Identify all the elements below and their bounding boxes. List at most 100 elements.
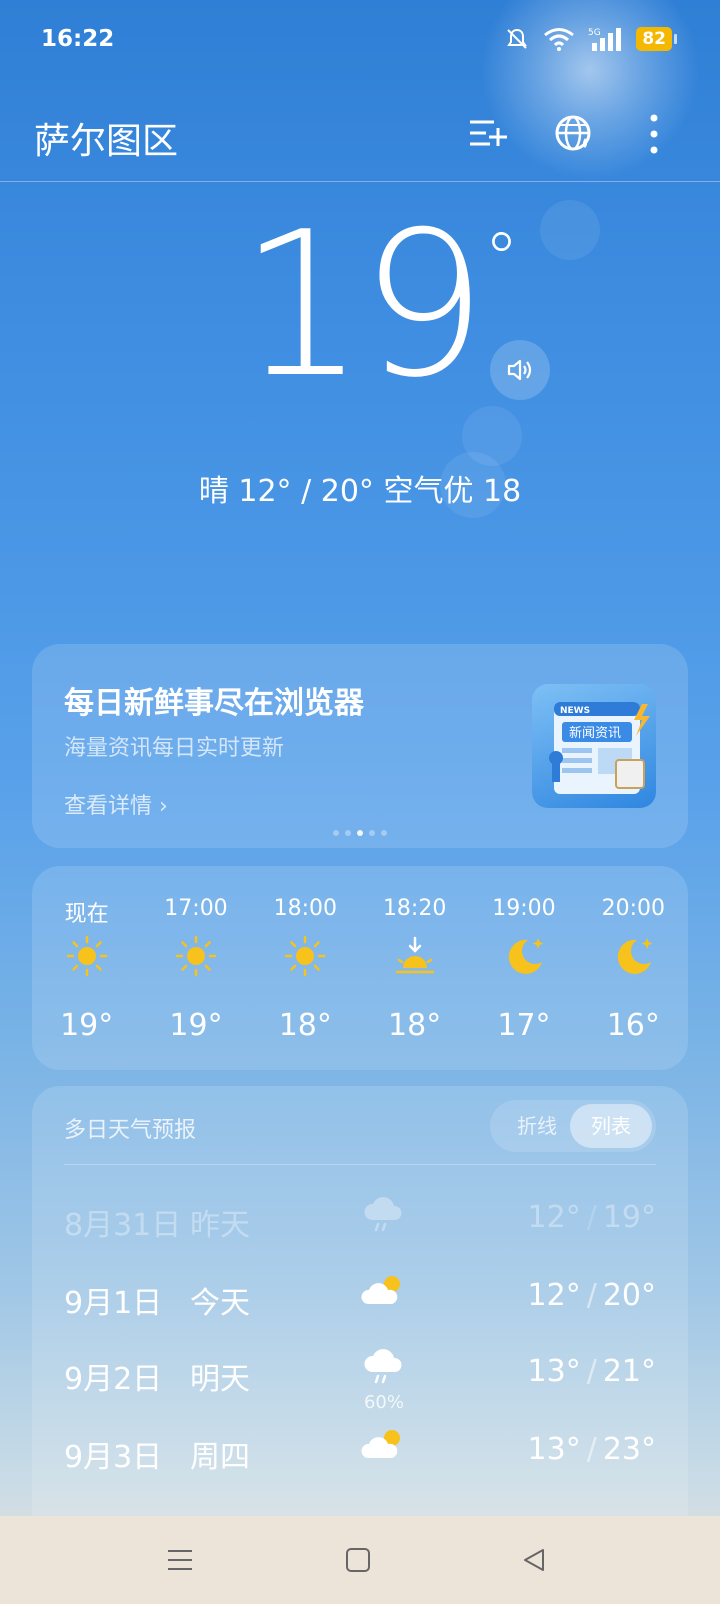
more-menu-button[interactable] (630, 110, 678, 158)
sunset-icon (395, 936, 434, 974)
carousel-dot (345, 830, 351, 836)
day-name: 明天 (190, 1362, 250, 1397)
day-temp-range: 12°/20° (528, 1278, 656, 1313)
news-thumbnail: NEWS 新闻资讯 (532, 684, 656, 808)
view-toggle: 折线 列表 (490, 1100, 656, 1152)
more-vertical-icon (650, 114, 658, 154)
promo-title: 每日新鲜事尽在浏览器 (64, 686, 364, 721)
menu-icon (168, 1550, 192, 1570)
network-type: 5G (588, 28, 601, 38)
sun-icon (175, 935, 217, 977)
home-square-icon (346, 1548, 370, 1572)
partly-cloudy-icon (361, 1430, 400, 1458)
daily-forecast-card: 多日天气预报 折线 列表 8月31日 昨天 12°/19° 9月1日 今天 12… (32, 1086, 688, 1556)
signal-icon: 5G (588, 28, 622, 51)
promo-subtitle: 海量资讯每日实时更新 (64, 736, 285, 761)
current-temperature: 19 (238, 189, 488, 422)
toggle-line-option[interactable]: 折线 (496, 1100, 578, 1152)
range-separator: / (586, 1354, 597, 1389)
daily-forecast-title: 多日天气预报 (64, 1118, 197, 1143)
day-row[interactable]: 9月1日 今天 12°/20° (64, 1268, 656, 1328)
day-temp-range: 13°/23° (528, 1432, 656, 1467)
carousel-dot (381, 830, 387, 836)
precip-chance: 60% (363, 1392, 404, 1413)
day-date: 9月1日 (64, 1286, 163, 1321)
partly-cloudy-icon (361, 1276, 400, 1304)
day-low: 13° (527, 1354, 581, 1389)
day-row[interactable]: 9月3日 周四 13°/23° (64, 1422, 656, 1482)
sun-icon (66, 935, 107, 977)
weather-summary: 晴 12° / 20° 空气优 18 (198, 474, 522, 509)
range-separator: / (586, 1278, 597, 1313)
recents-button[interactable] (160, 1540, 200, 1580)
speaker-icon (507, 359, 532, 381)
hour-time: 17:00 (164, 896, 228, 921)
day-high: 23° (602, 1432, 656, 1467)
toggle-list-option[interactable]: 列表 (570, 1104, 652, 1148)
status-bar: 16:22 5G 82 (0, 0, 720, 80)
add-list-icon (470, 120, 507, 146)
day-low: 13° (527, 1432, 581, 1467)
hour-temp: 19° (169, 1008, 223, 1043)
carousel-dot (333, 830, 339, 836)
day-date: 9月3日 (64, 1440, 163, 1475)
day-date: 9月2日 (64, 1362, 163, 1397)
promo-details-link[interactable]: 查看详情 › (64, 788, 168, 820)
carousel-dot-active (357, 830, 363, 836)
status-icons: 5G 82 (504, 26, 677, 52)
hour-time: 18:00 (273, 896, 338, 921)
thumb-title: 新闻资讯 (569, 725, 621, 741)
wifi-icon (544, 28, 575, 51)
newspaper-illustration: NEWS 新闻资讯 (549, 702, 650, 794)
hour-temp: 17° (497, 1008, 551, 1043)
promo-card[interactable]: 每日新鲜事尽在浏览器 海量资讯每日实时更新 查看详情 › NEWS 新闻资讯 (32, 644, 688, 848)
battery-indicator: 82 (636, 27, 677, 51)
day-date: 8月31日 (64, 1208, 182, 1243)
back-button[interactable] (514, 1540, 554, 1580)
hour-time: 19:00 (492, 896, 556, 921)
range-separator: / (586, 1200, 597, 1235)
home-button[interactable] (338, 1540, 378, 1580)
status-time: 16:22 (41, 26, 115, 52)
day-low: 12° (527, 1278, 581, 1313)
day-name: 今天 (190, 1286, 250, 1321)
hour-item: 18:20 18° (360, 866, 469, 1070)
day-high: 20° (602, 1278, 656, 1313)
rain-cloud-icon (364, 1349, 402, 1384)
day-high: 21° (602, 1354, 656, 1389)
divider (64, 1164, 656, 1165)
hour-item: 17:00 19° (141, 866, 250, 1070)
hour-time: 18:20 (382, 896, 447, 921)
city-title[interactable]: 萨尔图区 (34, 112, 178, 164)
day-low: 12° (527, 1200, 581, 1235)
system-nav-bar (0, 1516, 720, 1604)
thumb-tag: NEWS (560, 706, 590, 716)
globe-icon (555, 115, 591, 151)
voice-broadcast-button[interactable] (490, 340, 550, 400)
hourly-forecast-card[interactable]: 现在 19° 17:00 19° 18:00 18° 18:20 18° 19:… (32, 866, 688, 1070)
day-row[interactable]: 9月2日 明天 60% 13°/21° (64, 1344, 656, 1413)
add-city-button[interactable] (464, 110, 512, 158)
mute-icon (507, 28, 528, 49)
hour-temp: 16° (606, 1008, 660, 1043)
hour-item: 19:00 17° (469, 866, 578, 1070)
day-row[interactable]: 8月31日 昨天 12°/19° (64, 1190, 656, 1250)
back-triangle-icon (524, 1549, 544, 1571)
hour-item: 现在 19° (32, 866, 141, 1070)
range-separator: / (586, 1432, 597, 1467)
day-temp-range: 12°/19° (528, 1200, 656, 1235)
day-high: 19° (602, 1200, 656, 1235)
rain-cloud-icon (364, 1197, 402, 1232)
sun-icon (285, 935, 326, 977)
hour-temp: 19° (60, 1008, 114, 1043)
hour-temp: 18° (388, 1008, 442, 1043)
globe-button[interactable] (550, 110, 598, 158)
carousel-dots (32, 830, 688, 836)
day-temp-range: 13°/21° (528, 1354, 656, 1389)
hour-temp: 18° (278, 1008, 332, 1043)
hour-item: 18:00 18° (251, 866, 360, 1070)
day-name: 昨天 (190, 1208, 250, 1243)
hour-time: 现在 (64, 902, 109, 927)
moon-icon (508, 938, 544, 974)
degree-symbol: ° (484, 218, 519, 300)
